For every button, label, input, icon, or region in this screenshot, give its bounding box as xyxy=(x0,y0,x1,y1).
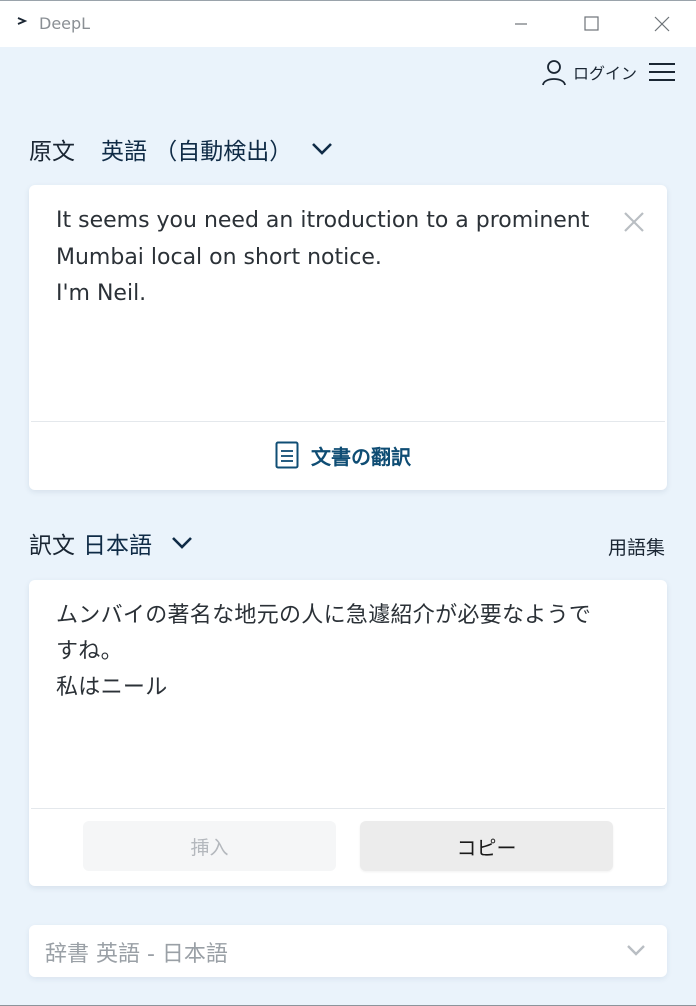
window-title: DeepL xyxy=(39,14,91,33)
dictionary-label: 辞書 英語 - 日本語 xyxy=(45,942,228,967)
login-button[interactable]: ログイン xyxy=(541,57,637,87)
chevron-down-icon xyxy=(312,143,333,155)
source-label: 原文 xyxy=(29,139,75,165)
clear-source-button[interactable] xyxy=(623,211,645,233)
target-label: 訳文 xyxy=(29,533,75,559)
document-icon xyxy=(275,441,299,469)
source-textarea[interactable]: It seems you need an itroduction to a pr… xyxy=(56,203,626,313)
chevron-down-icon xyxy=(627,945,645,956)
close-icon xyxy=(624,212,644,232)
chevron-down-icon xyxy=(172,537,192,549)
maximize-button[interactable] xyxy=(571,9,611,39)
dictionary-bar[interactable]: 辞書 英語 - 日本語 xyxy=(29,925,667,977)
copy-button[interactable]: コピー xyxy=(360,821,613,871)
close-icon xyxy=(654,16,670,32)
divider xyxy=(31,421,665,422)
login-label: ログイン xyxy=(573,64,638,83)
hamburger-menu-icon xyxy=(649,63,675,81)
glossary-button[interactable]: 用語集 xyxy=(608,533,665,560)
translate-document-label: 文書の翻訳 xyxy=(311,444,411,469)
target-text-panel: ムンバイの著名な地元の人に急遽紹介が必要なようで すね。 私はニール 挿入 コピ… xyxy=(29,580,667,886)
maximize-icon xyxy=(584,16,599,31)
insert-button[interactable]: 挿入 xyxy=(83,821,336,871)
title-bar: DeepL xyxy=(0,1,696,47)
translate-document-button[interactable]: 文書の翻訳 xyxy=(275,439,411,471)
minimize-button[interactable] xyxy=(500,9,540,39)
target-language: 日本語 xyxy=(83,533,152,559)
user-icon xyxy=(542,60,566,86)
source-language: 英語 （自動検出） xyxy=(101,139,293,165)
translation-output: ムンバイの著名な地元の人に急遽紹介が必要なようで すね。 私はニール xyxy=(56,603,592,700)
app-window: DeepL ログイン 原文 英語 （自動検出） It seems you nee… xyxy=(0,0,696,1006)
close-window-button[interactable] xyxy=(642,9,682,39)
deepl-logo-icon xyxy=(17,17,28,25)
minimize-icon xyxy=(515,23,527,25)
target-language-selector[interactable]: 訳文 日本語 xyxy=(29,525,194,561)
menu-button[interactable] xyxy=(648,61,676,83)
source-text-panel: It seems you need an itroduction to a pr… xyxy=(29,185,667,490)
divider xyxy=(31,808,665,809)
source-language-selector[interactable]: 原文 英語 （自動検出） xyxy=(29,131,334,167)
